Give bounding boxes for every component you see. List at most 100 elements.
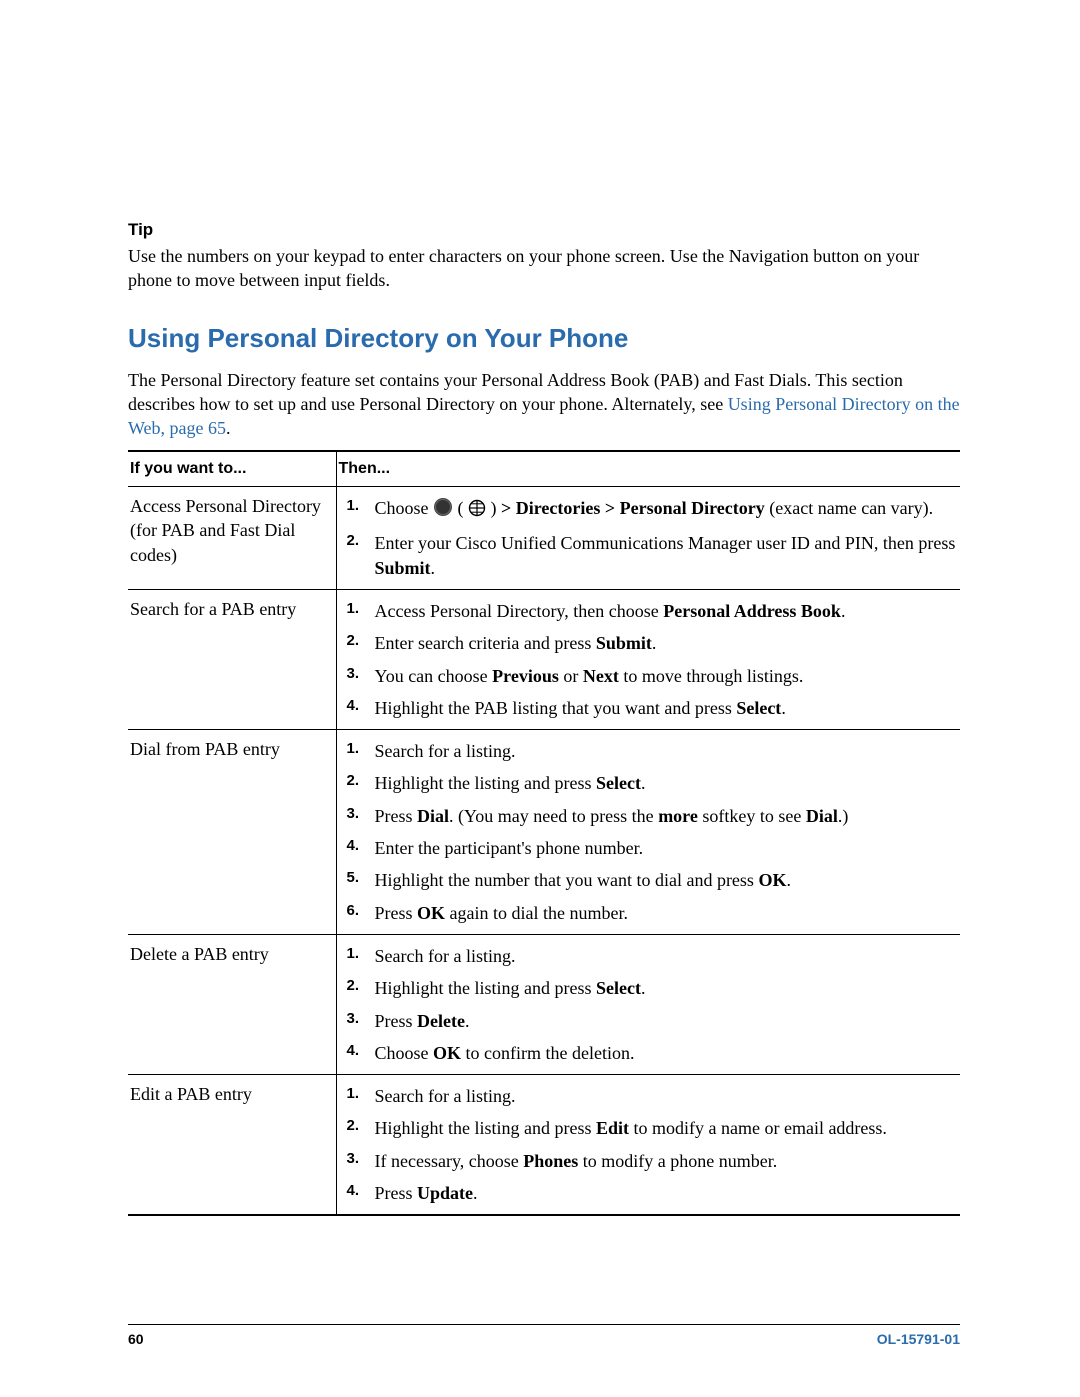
page-number: 60	[128, 1331, 144, 1347]
step-number: 3.	[347, 1149, 375, 1173]
step-item: 1.Access Personal Directory, then choose…	[347, 597, 961, 625]
step-item: 4.Press Update.	[347, 1179, 961, 1207]
steps-list: 1.Search for a listing.2.Highlight the l…	[347, 1082, 961, 1207]
step-number: 3.	[347, 1009, 375, 1033]
row-left-cell: Access Personal Directory (for PAB and F…	[128, 487, 336, 590]
step-text: Highlight the listing and press Select.	[375, 976, 961, 1000]
step-text: Highlight the number that you want to di…	[375, 868, 961, 892]
step-number: 4.	[347, 1041, 375, 1065]
document-page: Tip Use the numbers on your keypad to en…	[0, 0, 1080, 1397]
step-number: 1.	[347, 944, 375, 968]
step-text: Highlight the listing and press Edit to …	[375, 1116, 961, 1140]
row-left-cell: Edit a PAB entry	[128, 1075, 336, 1216]
procedure-table: If you want to... Then... Access Persona…	[128, 450, 960, 1216]
step-number: 3.	[347, 804, 375, 828]
bold-text: Edit	[596, 1118, 629, 1138]
step-text: Highlight the PAB listing that you want …	[375, 696, 961, 720]
step-item: 1.Search for a listing.	[347, 1082, 961, 1110]
step-text: Press Delete.	[375, 1009, 961, 1033]
step-number: 2.	[347, 1116, 375, 1140]
step-item: 3.If necessary, choose Phones to modify …	[347, 1147, 961, 1175]
step-number: 4.	[347, 696, 375, 720]
step-text: Enter the participant's phone number.	[375, 836, 961, 860]
step-number: 1.	[347, 1084, 375, 1108]
section-heading: Using Personal Directory on Your Phone	[128, 323, 960, 354]
step-item: 4.Choose OK to confirm the deletion.	[347, 1039, 961, 1067]
applications-button-icon	[468, 499, 486, 523]
bold-text: Dial	[806, 806, 838, 826]
step-number: 2.	[347, 976, 375, 1000]
row-left-cell: Search for a PAB entry	[128, 589, 336, 729]
step-text: Access Personal Directory, then choose P…	[375, 599, 961, 623]
step-item: 1.Search for a listing.	[347, 737, 961, 765]
steps-list: 1.Choose ( ) > Directories > Personal Di…	[347, 494, 961, 582]
bold-text: OK	[758, 870, 786, 890]
step-item: 3.Press Delete.	[347, 1007, 961, 1035]
bold-text: Submit	[596, 633, 652, 653]
step-text: Search for a listing.	[375, 739, 961, 763]
steps-list: 1.Access Personal Directory, then choose…	[347, 597, 961, 722]
step-item: 4.Enter the participant's phone number.	[347, 834, 961, 862]
tip-body: Use the numbers on your keypad to enter …	[128, 244, 960, 293]
table-row: Access Personal Directory (for PAB and F…	[128, 487, 960, 590]
row-right-cell: 1.Search for a listing.2.Highlight the l…	[336, 730, 960, 935]
step-number: 3.	[347, 664, 375, 688]
step-item: 2.Enter search criteria and press Submit…	[347, 629, 961, 657]
bold-text: Update	[417, 1183, 473, 1203]
page-footer: 60 OL-15791-01	[128, 1324, 960, 1347]
section-intro: The Personal Directory feature set conta…	[128, 368, 960, 441]
step-item: 4.Highlight the PAB listing that you wan…	[347, 694, 961, 722]
row-right-cell: 1.Access Personal Directory, then choose…	[336, 589, 960, 729]
step-number: 5.	[347, 868, 375, 892]
steps-list: 1.Search for a listing.2.Highlight the l…	[347, 737, 961, 927]
bold-text: OK	[417, 903, 445, 923]
bold-text: Dial	[417, 806, 449, 826]
step-number: 1.	[347, 739, 375, 763]
row-right-cell: 1.Search for a listing.2.Highlight the l…	[336, 1075, 960, 1216]
step-text: Highlight the listing and press Select.	[375, 771, 961, 795]
step-text: You can choose Previous or Next to move …	[375, 664, 961, 688]
step-item: 2.Enter your Cisco Unified Communication…	[347, 529, 961, 582]
step-item: 1.Search for a listing.	[347, 942, 961, 970]
table-row: Edit a PAB entry1.Search for a listing.2…	[128, 1075, 960, 1216]
step-item: 6.Press OK again to dial the number.	[347, 899, 961, 927]
step-text: Choose OK to confirm the deletion.	[375, 1041, 961, 1065]
bold-text: Select	[736, 698, 781, 718]
bold-text: Phones	[523, 1151, 578, 1171]
step-number: 2.	[347, 631, 375, 655]
step-item: 2.Highlight the listing and press Select…	[347, 769, 961, 797]
step-item: 1.Choose ( ) > Directories > Personal Di…	[347, 494, 961, 525]
bold-text: Select	[596, 978, 641, 998]
step-item: 3.You can choose Previous or Next to mov…	[347, 662, 961, 690]
row-right-cell: 1.Search for a listing. 2.Highlight the l…	[336, 934, 960, 1074]
applications-key-icon	[433, 497, 453, 523]
step-number: 2.	[347, 771, 375, 795]
bold-text: Previous	[492, 666, 559, 686]
step-text: Search for a listing.	[375, 1084, 961, 1108]
doc-id: OL-15791-01	[877, 1331, 960, 1347]
row-right-cell: 1.Choose ( ) > Directories > Personal Di…	[336, 487, 960, 590]
step-item: 2.Highlight the listing and press Edit t…	[347, 1114, 961, 1142]
table-row: Search for a PAB entry 1.Access Personal …	[128, 589, 960, 729]
bold-text: Submit	[375, 558, 431, 578]
bold-text: Next	[583, 666, 619, 686]
bold-text: > Directories > Personal Directory	[501, 498, 765, 518]
bold-text: more	[658, 806, 698, 826]
table-header-right: Then...	[336, 451, 960, 486]
step-text: Press Dial. (You may need to press the m…	[375, 804, 961, 828]
step-text: If necessary, choose Phones to modify a …	[375, 1149, 961, 1173]
table-row: Delete a PAB entry1.Search for a listing…	[128, 934, 960, 1074]
bold-text: Personal Address Book	[663, 601, 841, 621]
tip-section: Tip Use the numbers on your keypad to en…	[128, 220, 960, 293]
bold-text: Delete	[417, 1011, 465, 1031]
step-number: 4.	[347, 836, 375, 860]
step-number: 2.	[347, 531, 375, 580]
step-text: Press OK again to dial the number.	[375, 901, 961, 925]
intro-text-after: .	[226, 418, 231, 438]
step-number: 1.	[347, 599, 375, 623]
bold-text: Select	[596, 773, 641, 793]
tip-heading: Tip	[128, 220, 960, 240]
step-number: 1.	[347, 496, 375, 523]
row-left-cell: Dial from PAB entry	[128, 730, 336, 935]
step-text: Press Update.	[375, 1181, 961, 1205]
